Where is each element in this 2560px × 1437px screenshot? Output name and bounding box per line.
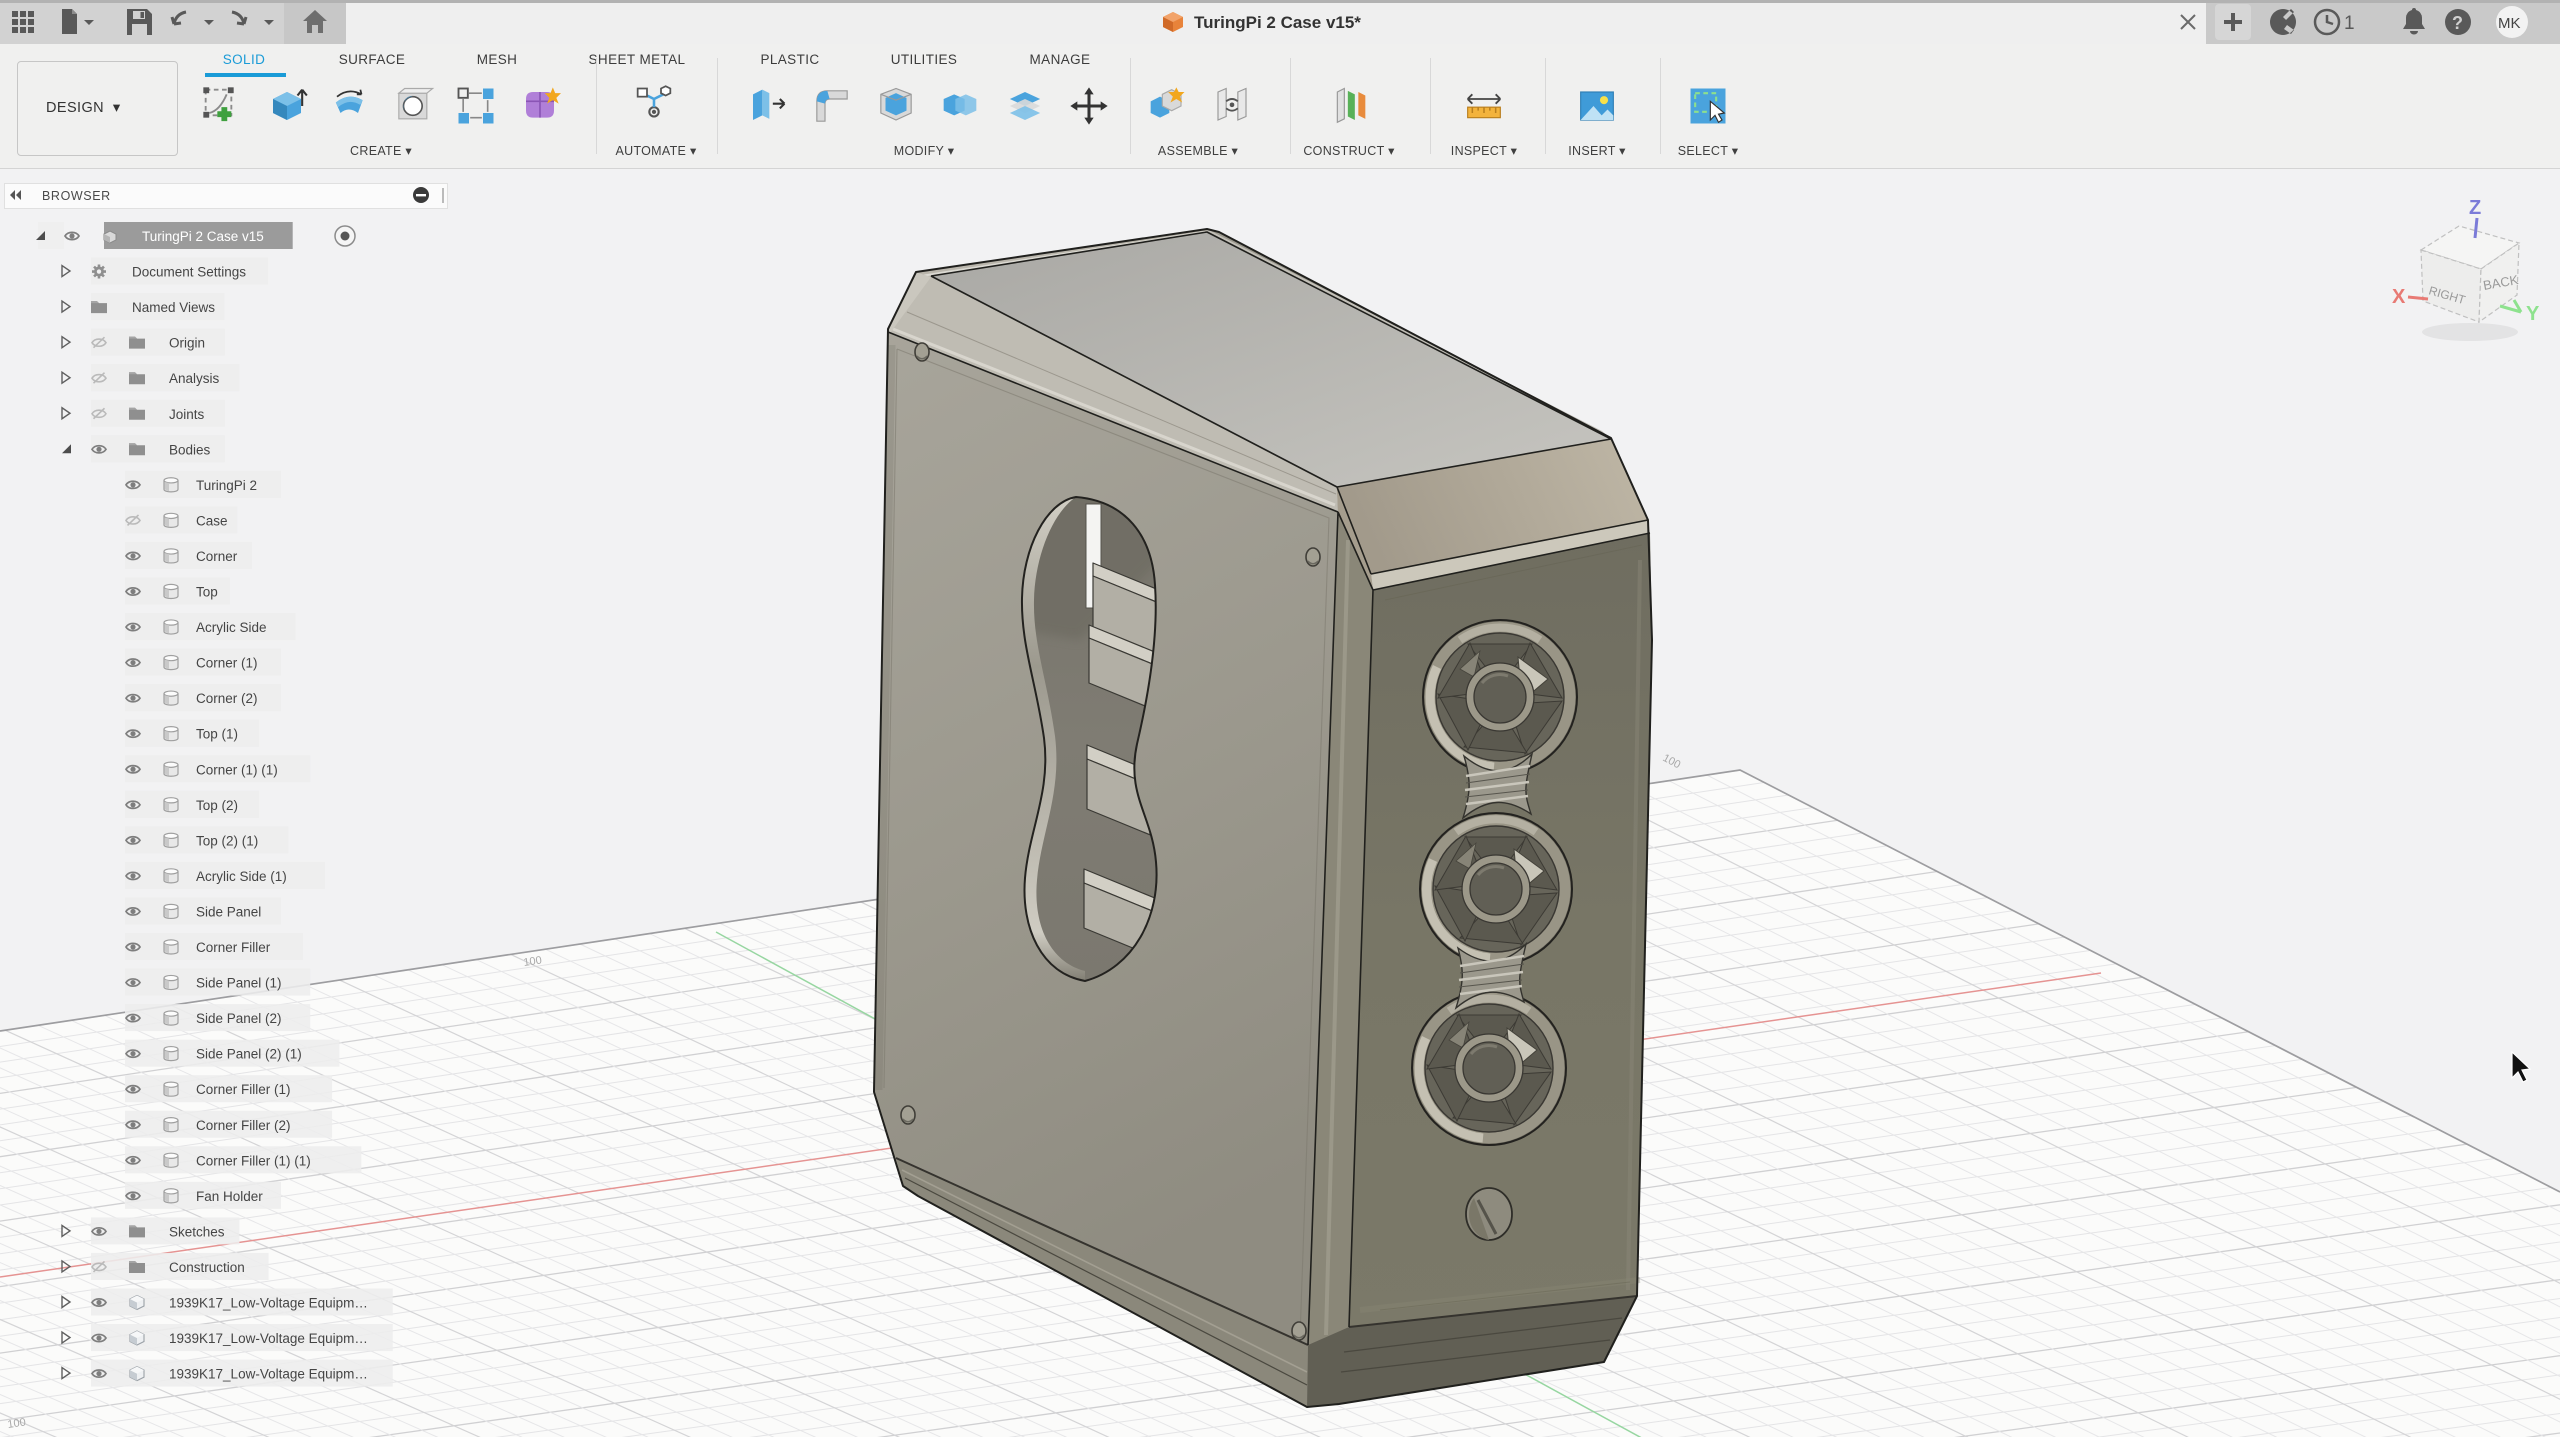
svg-text:Corner Filler (1): Corner Filler (1) — [196, 1082, 291, 1097]
svg-text:Corner Filler (2): Corner Filler (2) — [196, 1118, 291, 1133]
svg-text:Joints: Joints — [169, 407, 205, 422]
svg-text:Top (2): Top (2) — [196, 798, 238, 813]
svg-text:1939K17_Low-Voltage Equipm…: 1939K17_Low-Voltage Equipm… — [169, 1296, 368, 1311]
svg-text:1939K17_Low-Voltage Equipm…: 1939K17_Low-Voltage Equipm… — [169, 1331, 368, 1346]
svg-text:Corner Filler: Corner Filler — [196, 940, 271, 955]
svg-text:Analysis: Analysis — [169, 371, 220, 386]
svg-text:Named Views: Named Views — [132, 300, 215, 315]
svg-text:Corner: Corner — [196, 549, 238, 564]
svg-text:Acrylic Side: Acrylic Side — [196, 620, 267, 635]
svg-text:Acrylic Side (1): Acrylic Side (1) — [196, 869, 287, 884]
svg-text:Z: Z — [2469, 197, 2481, 219]
svg-text:?: ? — [2452, 13, 2463, 33]
svg-text:100: 100 — [523, 955, 543, 969]
svg-text:Corner Filler (1) (1): Corner Filler (1) (1) — [196, 1153, 311, 1168]
svg-text:Corner (1): Corner (1) — [196, 656, 258, 671]
svg-text:Y: Y — [2526, 303, 2540, 325]
svg-text:X: X — [2392, 286, 2406, 308]
svg-text:Side Panel (2) (1): Side Panel (2) (1) — [196, 1047, 302, 1062]
svg-text:MK: MK — [2498, 15, 2521, 32]
svg-text:Bodies: Bodies — [169, 442, 211, 457]
svg-text:Side Panel (1): Side Panel (1) — [196, 976, 282, 991]
svg-text:Corner (2): Corner (2) — [196, 691, 258, 706]
svg-text:Top: Top — [196, 585, 218, 600]
svg-text:Construction: Construction — [169, 1260, 245, 1275]
svg-text:TuringPi 2 Case v15: TuringPi 2 Case v15 — [142, 229, 264, 244]
svg-text:TuringPi 2: TuringPi 2 — [196, 478, 257, 493]
svg-text:Origin: Origin — [169, 336, 205, 351]
svg-text:Case: Case — [196, 513, 228, 528]
svg-text:Side Panel (2): Side Panel (2) — [196, 1011, 282, 1026]
svg-text:Corner (1) (1): Corner (1) (1) — [196, 762, 278, 777]
svg-text:1939K17_Low-Voltage Equipm…: 1939K17_Low-Voltage Equipm… — [169, 1367, 368, 1382]
svg-text:Sketches: Sketches — [169, 1224, 225, 1239]
svg-text:1: 1 — [2344, 13, 2355, 34]
svg-text:Fan Holder: Fan Holder — [196, 1189, 263, 1204]
svg-text:Top (1): Top (1) — [196, 727, 238, 742]
svg-text:Side Panel: Side Panel — [196, 904, 261, 919]
svg-text:Document Settings: Document Settings — [132, 265, 246, 280]
svg-text:Top (2) (1): Top (2) (1) — [196, 833, 258, 848]
